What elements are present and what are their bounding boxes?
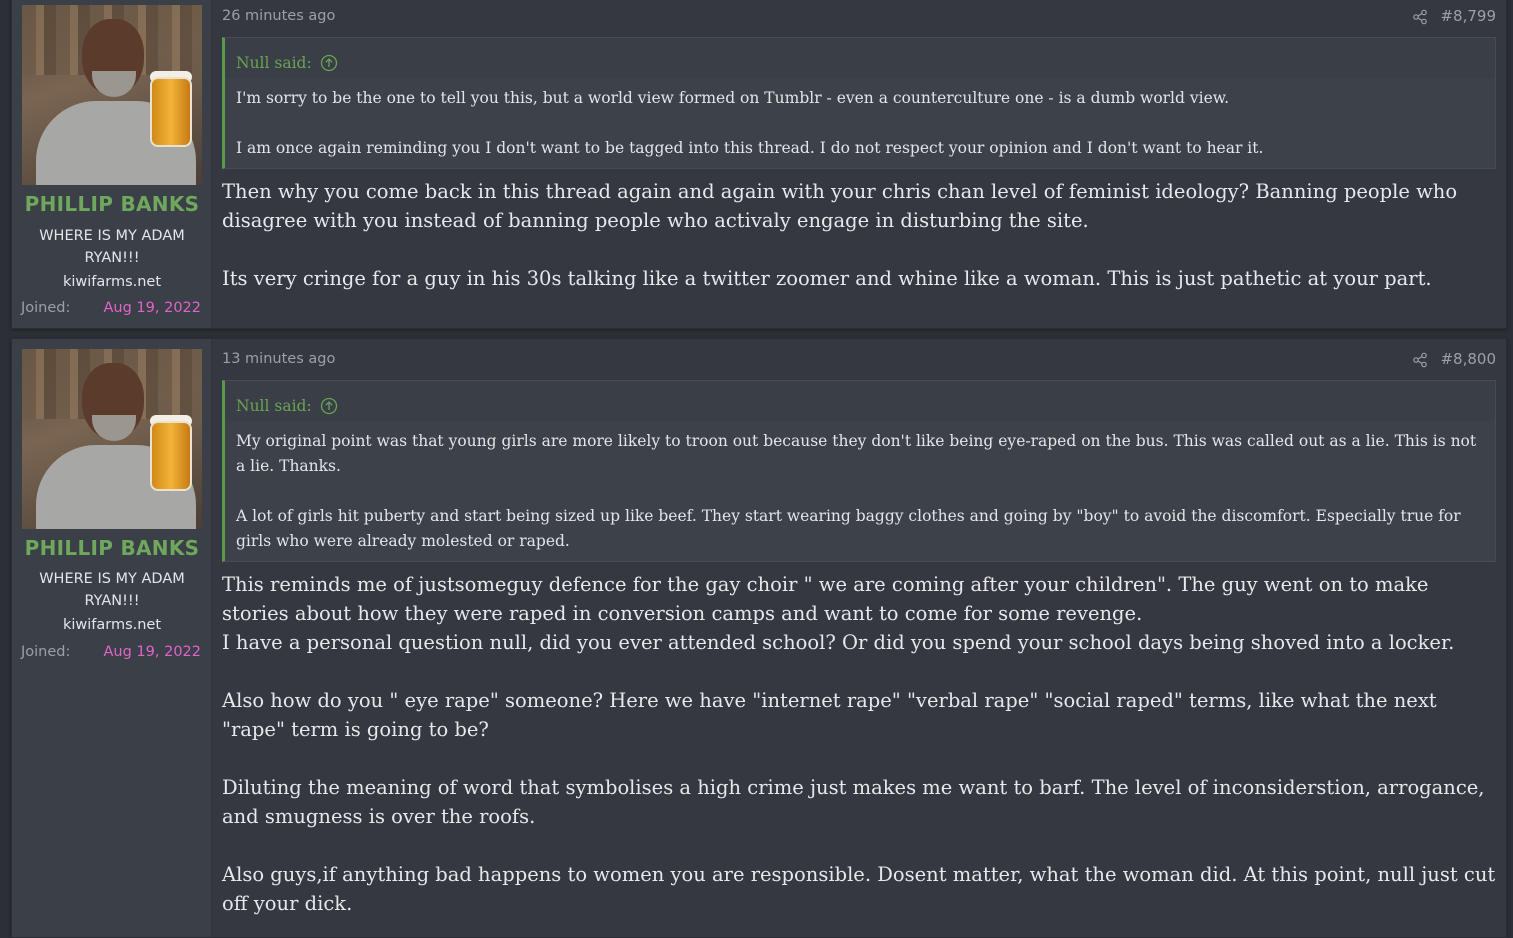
message-paragraph: Diluting the meaning of word that symbol… <box>222 776 1485 828</box>
post-number[interactable]: #8,799 <box>1440 7 1496 25</box>
user-cell: PHILLIP BANKS WHERE IS MY ADAM RYAN!!! k… <box>12 339 212 937</box>
message-paragraph: Also how do you " eye rape" someone? Her… <box>222 689 1437 741</box>
quote-block: Null said: I'm sorry to be the one to te… <box>222 37 1496 169</box>
quote-header[interactable]: Null said: <box>225 381 1495 421</box>
quote-paragraph: I'm sorry to be the one to tell you this… <box>236 89 1230 107</box>
post-number[interactable]: #8,800 <box>1440 350 1496 368</box>
quote-paragraph: My original point was that young girls a… <box>236 432 1477 475</box>
user-banner: kiwifarms.net <box>62 274 162 290</box>
username[interactable]: PHILLIP BANKS <box>12 536 212 560</box>
message-body: Then why you come back in this thread ag… <box>222 177 1496 293</box>
post-8800: PHILLIP BANKS WHERE IS MY ADAM RYAN!!! k… <box>11 338 1507 938</box>
user-title: WHERE IS MY ADAM RYAN!!! <box>39 571 185 609</box>
share-icon[interactable] <box>1412 9 1428 25</box>
user-title: WHERE IS MY ADAM RYAN!!! <box>39 228 185 266</box>
post-time[interactable]: 26 minutes ago <box>222 8 335 24</box>
share-icon[interactable] <box>1412 352 1428 368</box>
joined-date: Aug 19, 2022 <box>103 644 202 660</box>
post-time[interactable]: 13 minutes ago <box>222 351 335 367</box>
username[interactable]: PHILLIP BANKS <box>12 192 212 216</box>
quote-body: I'm sorry to be the one to tell you this… <box>225 78 1495 169</box>
message-paragraph: This reminds me of justsomeguy defence f… <box>222 573 1429 625</box>
message-paragraph: I have a personal question null, did you… <box>222 631 1455 654</box>
quote-block: Null said: My original point was that yo… <box>222 380 1496 562</box>
user-cell: PHILLIP BANKS WHERE IS MY ADAM RYAN!!! k… <box>12 0 212 328</box>
joined-label: Joined: <box>21 644 71 660</box>
quote-author[interactable]: Null said: <box>236 397 312 415</box>
user-banner: kiwifarms.net <box>62 617 162 633</box>
avatar[interactable] <box>22 349 202 529</box>
quote-body: My original point was that young girls a… <box>225 421 1495 562</box>
avatar[interactable] <box>22 5 202 185</box>
message-body: This reminds me of justsomeguy defence f… <box>222 570 1496 918</box>
message-paragraph: Then why you come back in this thread ag… <box>222 180 1458 232</box>
arrow-up-circle-icon[interactable] <box>320 397 338 415</box>
arrow-up-circle-icon[interactable] <box>320 54 338 72</box>
quote-paragraph: I am once again reminding you I don't wa… <box>236 139 1264 157</box>
message-paragraph: Its very cringe for a guy in his 30s tal… <box>222 267 1432 290</box>
joined-date: Aug 19, 2022 <box>103 300 202 316</box>
quote-paragraph: A lot of girls hit puberty and start bei… <box>236 507 1461 550</box>
post-8799: PHILLIP BANKS WHERE IS MY ADAM RYAN!!! k… <box>11 0 1507 329</box>
quote-header[interactable]: Null said: <box>225 38 1495 78</box>
quote-author[interactable]: Null said: <box>236 54 312 72</box>
joined-label: Joined: <box>21 300 71 316</box>
message-paragraph: Also guys,if anything bad happens to wom… <box>222 863 1496 915</box>
